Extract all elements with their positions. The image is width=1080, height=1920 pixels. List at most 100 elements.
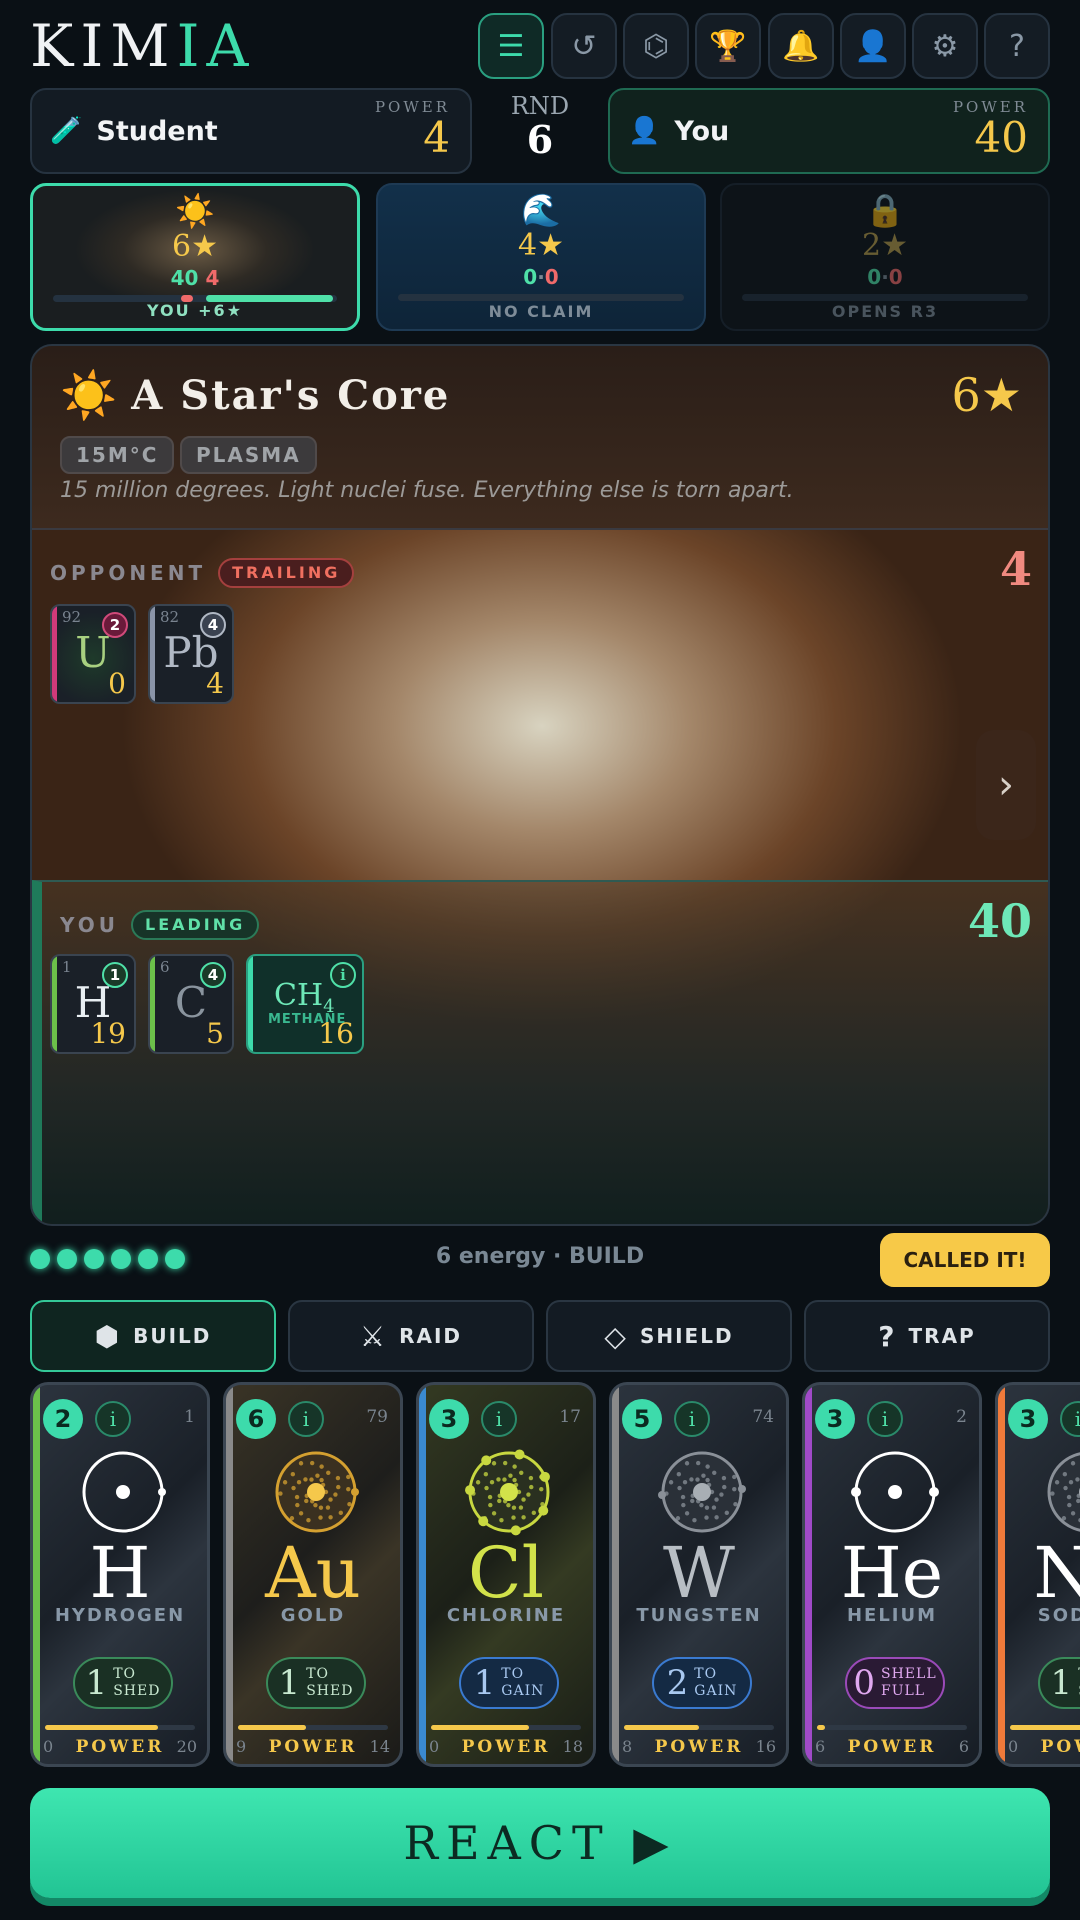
raid-button[interactable]: ⚔ RAID [288, 1300, 534, 1372]
info-icon[interactable]: i [1060, 1401, 1080, 1437]
valence-count: 0 [853, 1663, 875, 1703]
hand-card-tungsten[interactable]: 5 i 74 W TUNGSTEN 2 TO GAIN 8 POWER 16 [609, 1382, 789, 1767]
score-separator: · [537, 265, 545, 289]
atomic-number: 82 [160, 608, 180, 626]
temperature-tag: 15M°C [60, 436, 175, 474]
opponent-zone: OPPONENT TRAILING 4 92 U 2 0 82 Pb 4 4 [32, 530, 1048, 880]
molecule-button[interactable]: ⌬ [623, 13, 689, 79]
power-range-bar [238, 1725, 388, 1730]
power-range-bar [817, 1725, 967, 1730]
undo-icon: ↺ [571, 28, 597, 64]
player-panel: 👤 You POWER 40 [608, 88, 1050, 174]
action-label: SHIELD [639, 1324, 734, 1348]
energy-cost: 3 [429, 1399, 469, 1439]
element-name: GOLD [280, 1605, 346, 1626]
info-icon[interactable]: i [867, 1401, 903, 1437]
help-button[interactable]: ? [984, 13, 1050, 79]
location-board: ☀️ A Star's Core 6★ 15M°C PLASMA 15 milli… [30, 344, 1050, 1226]
hand-card-gold[interactable]: 6 i 79 Au GOLD 1 TO SHED 9 POWER 14 [223, 1382, 403, 1767]
hex-icon: ⌬ [642, 28, 670, 64]
profile-button[interactable]: 👤 [840, 13, 906, 79]
element-name: CHLORINE [446, 1605, 566, 1626]
player-name: You [674, 115, 730, 147]
location-header: ☀️ A Star's Core 6★ 15M°C PLASMA 15 milli… [32, 346, 1048, 530]
player-card-hydrogen[interactable]: 1 H 1 19 [50, 954, 136, 1054]
power-max: 14 [369, 1737, 390, 1756]
action-label: TRAP [908, 1324, 976, 1348]
power-range-bar [45, 1725, 195, 1730]
card-count: 1 [102, 962, 128, 988]
location-tab-locked[interactable]: 🔒 2★ 0·0 OPENS R3 [720, 183, 1050, 331]
location-score-bar [398, 294, 684, 301]
round-indicator: RND 6 [490, 92, 590, 160]
atom-diagram [82, 1451, 166, 1533]
atom-diagram [1047, 1452, 1080, 1532]
element-symbol: H [89, 1532, 151, 1614]
card-power: 4 [206, 667, 224, 700]
shield-button[interactable]: ◇ SHIELD [546, 1300, 792, 1372]
opponent-power: 4 [423, 113, 450, 162]
location-status: NO CLAIM [488, 302, 594, 321]
sun-icon: ☀️ [60, 368, 118, 422]
hand-card-sodium[interactable]: 3 i 11 Na SODIUM 1 TOSHED 0 POWER [995, 1382, 1080, 1767]
action-label: BUILD [133, 1324, 212, 1348]
info-icon[interactable]: i [674, 1401, 710, 1437]
react-button[interactable]: REACT ▶ [30, 1788, 1050, 1898]
opponent-panel: 🧪 Student POWER 4 [30, 88, 472, 174]
energy-cost: 3 [1008, 1399, 1048, 1439]
build-button[interactable]: ⬢ BUILD [30, 1300, 276, 1372]
element-symbol: Na [998, 1533, 1080, 1613]
player-card-carbon[interactable]: 6 C 4 5 [148, 954, 234, 1054]
atom-diagram [851, 1451, 939, 1533]
profile-icon: 👤 [854, 28, 892, 64]
card-count: 4 [200, 962, 226, 988]
location-tab-ocean[interactable]: 🌊 4★ 0·0 NO CLAIM [376, 183, 706, 331]
help-icon: ? [1009, 28, 1025, 64]
atomic-number: 1 [184, 1407, 195, 1427]
called-it-button[interactable]: CALLED IT! [880, 1233, 1050, 1287]
hand-card-helium[interactable]: 3 i 2 He HELIUM 0 SHELL FULL 6 POWER 6 [802, 1382, 982, 1767]
state-tag: PLASMA [180, 436, 317, 474]
trophy-button[interactable]: 🏆 [695, 13, 761, 79]
notifications-button[interactable]: 🔔 [768, 13, 834, 79]
info-icon[interactable]: i [481, 1401, 517, 1437]
atomic-number: 1 [62, 958, 72, 976]
location-stars: 6★ [172, 229, 218, 264]
next-zone-button[interactable]: › [976, 730, 1036, 840]
action-label: RAID [399, 1324, 463, 1348]
valence-count: 2 [666, 1663, 689, 1703]
player-zone-score: 40 [967, 894, 1032, 948]
element-symbol: Au [265, 1532, 361, 1614]
hand-card-chlorine[interactable]: 3 i 17 Cl CHLORINE 1 TO GAIN 0 POWER 18 [416, 1382, 596, 1767]
info-icon[interactable]: i [330, 962, 356, 988]
valence-pill: 1 TOSHED [73, 1657, 173, 1709]
player-card-methane[interactable]: CH4 METHANE i 16 [246, 954, 364, 1054]
energy-cost: 3 [815, 1399, 855, 1439]
undo-button[interactable]: ↺ [551, 13, 617, 79]
valence-text: TOSHED [306, 1666, 354, 1699]
opponent-card-lead[interactable]: 82 Pb 4 4 [148, 604, 234, 704]
power-max: 18 [562, 1737, 583, 1756]
valence-pill: 1 TO GAIN [459, 1657, 559, 1709]
info-icon[interactable]: i [288, 1401, 324, 1437]
power-max: 16 [755, 1737, 776, 1756]
location-you-score: 0 [867, 265, 882, 289]
menu-button[interactable]: ☰ [478, 13, 544, 79]
card-count: 4 [200, 612, 226, 638]
hand-card-hydrogen[interactable]: 2 i 1 H HYDROGEN 1 TO SHED 0 POWER 20 [30, 1382, 210, 1767]
settings-button[interactable]: ⚙ [912, 13, 978, 79]
atomic-number: 74 [752, 1407, 774, 1427]
card-power: 16 [318, 1017, 354, 1050]
location-score-bar [742, 294, 1028, 301]
element-name: SODIUM [1037, 1605, 1080, 1626]
element-symbol: He [840, 1532, 944, 1614]
settings-icon: ⚙ [931, 28, 959, 64]
location-description: 15 million degrees. Light nuclei fuse. E… [60, 478, 794, 503]
trap-button[interactable]: ? TRAP [804, 1300, 1050, 1372]
opponent-card-uranium[interactable]: 92 U 2 0 [50, 604, 136, 704]
info-icon[interactable]: i [95, 1401, 131, 1437]
location-tab-star-core[interactable]: ☀️ 6★ 40 4 YOU +6★ [30, 183, 360, 331]
round-value: 6 [526, 117, 554, 162]
element-name: HELIUM [846, 1605, 938, 1626]
chevron-right-icon: › [998, 762, 1014, 808]
